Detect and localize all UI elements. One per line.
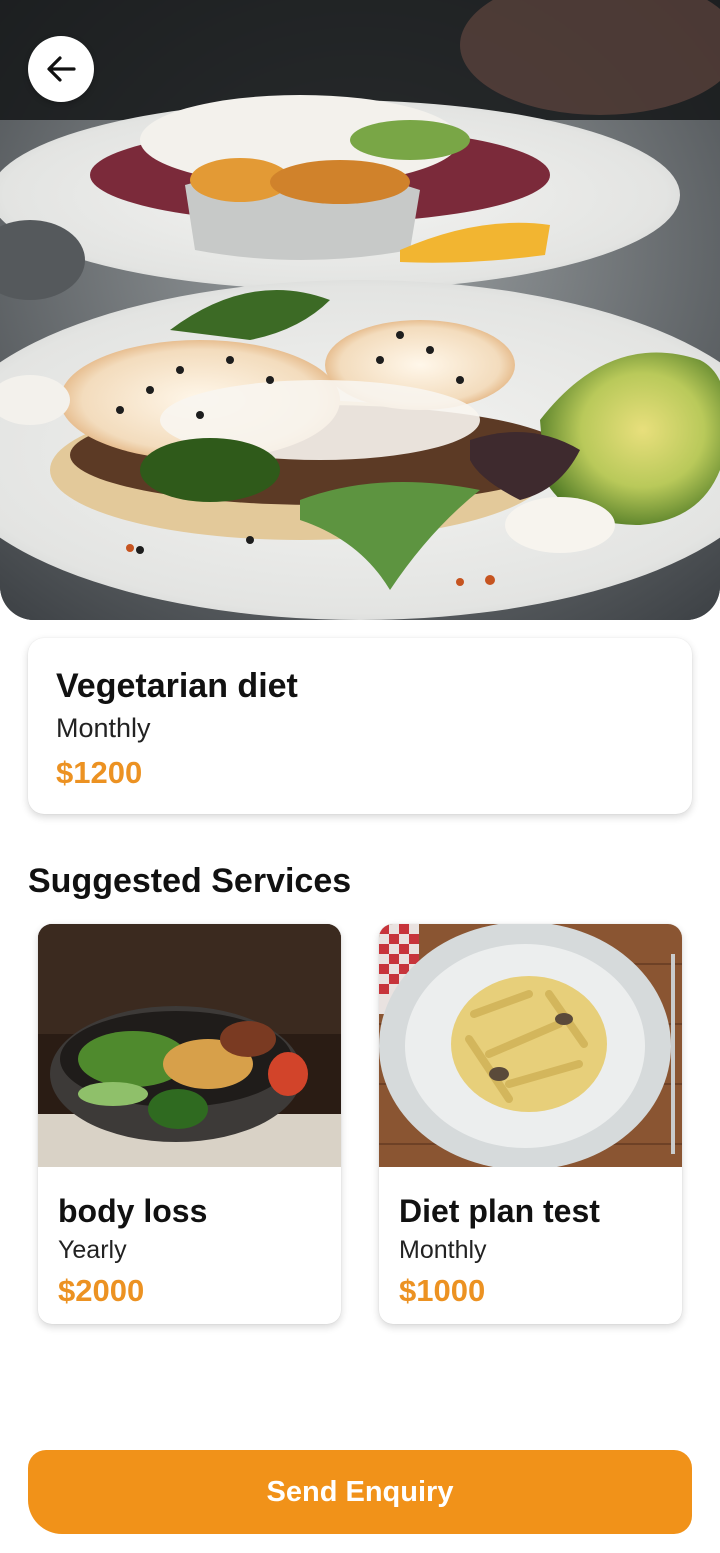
suggested-services-heading: Suggested Services bbox=[28, 862, 352, 900]
plan-title: Vegetarian diet bbox=[56, 667, 298, 705]
service-period: Monthly bbox=[399, 1236, 487, 1264]
service-title: Diet plan test bbox=[399, 1193, 600, 1229]
pasta-plate-image bbox=[379, 924, 682, 1167]
hero-food-image bbox=[0, 0, 720, 620]
plan-price: $1200 bbox=[56, 755, 143, 790]
service-price: $1000 bbox=[399, 1273, 486, 1308]
service-period: Yearly bbox=[58, 1236, 127, 1264]
service-price: $2000 bbox=[58, 1273, 145, 1308]
back-button[interactable] bbox=[28, 36, 94, 102]
send-enquiry-button[interactable]: Send Enquiry bbox=[28, 1450, 692, 1534]
service-title: body loss bbox=[58, 1193, 208, 1229]
salad-bowl-image bbox=[38, 924, 341, 1167]
eggs-benedict-plate-illustration bbox=[0, 0, 720, 620]
arrow-left-icon bbox=[47, 56, 76, 82]
plan-period: Monthly bbox=[56, 713, 151, 743]
service-card[interactable]: body loss Yearly $2000 bbox=[38, 924, 341, 1324]
service-card[interactable]: Diet plan test Monthly $1000 bbox=[379, 924, 682, 1324]
plan-summary-card: Vegetarian diet Monthly $1200 bbox=[28, 638, 692, 814]
